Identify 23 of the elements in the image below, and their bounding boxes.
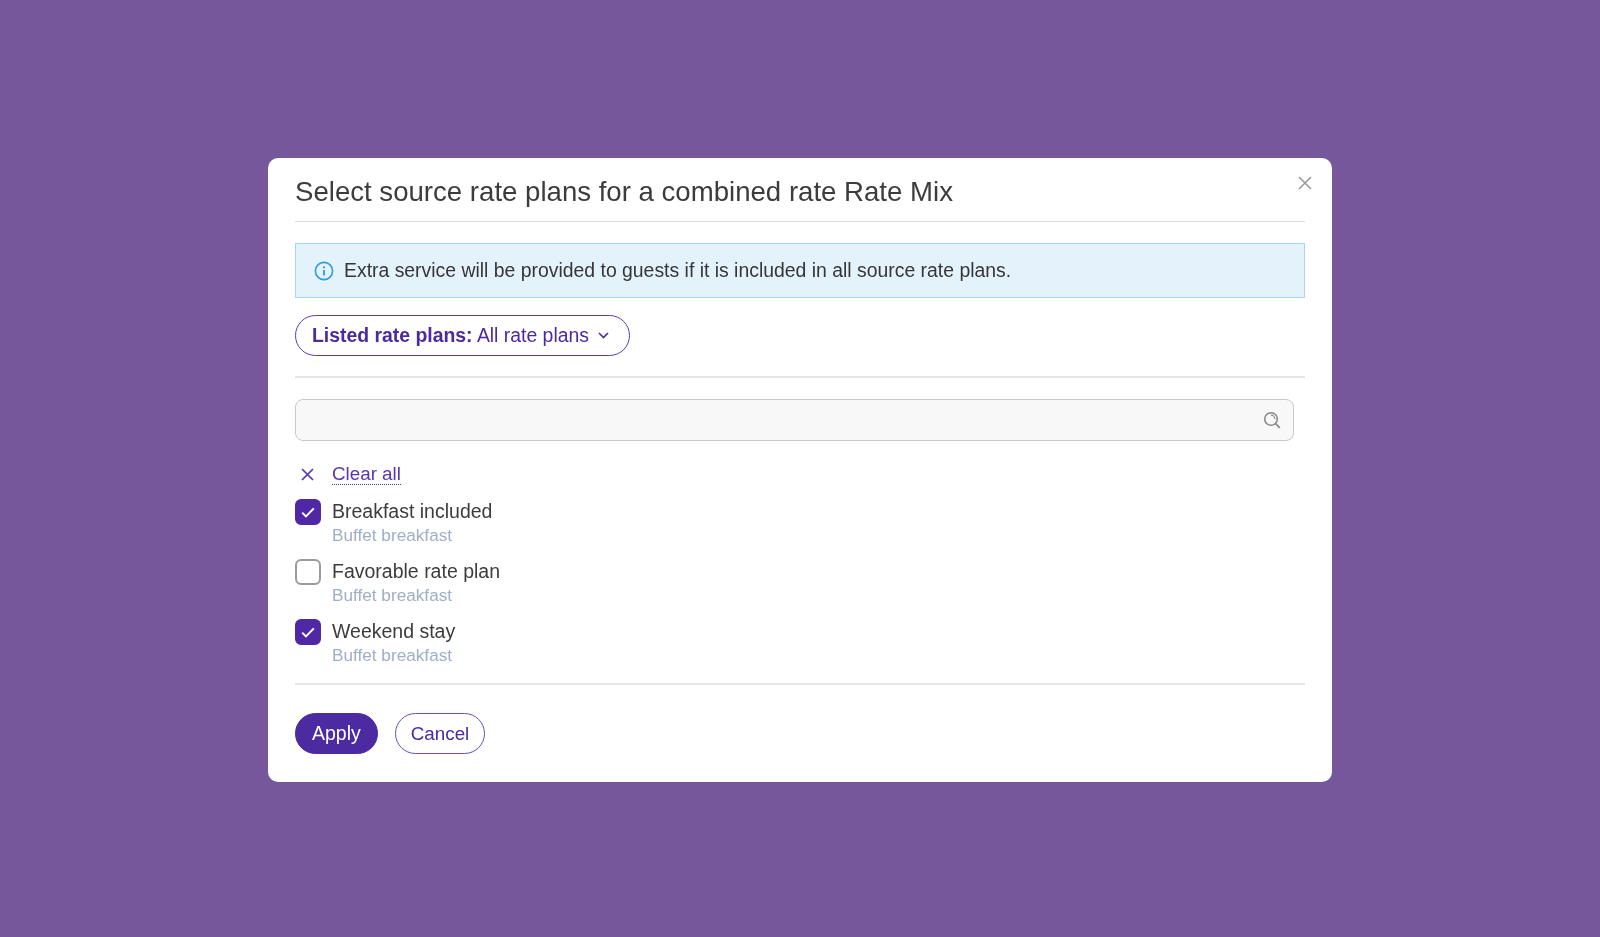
- clear-all-button[interactable]: Clear all: [295, 462, 401, 486]
- checkbox[interactable]: [295, 499, 321, 525]
- rate-plan-name: Weekend stay: [332, 619, 456, 644]
- checkmark-icon: [301, 626, 315, 638]
- dialog-title: Select source rate plans for a combined rate Rate Mix: [295, 175, 954, 209]
- checkbox[interactable]: [295, 619, 321, 645]
- apply-button[interactable]: Apply: [295, 713, 378, 754]
- cancel-button[interactable]: Cancel: [394, 713, 486, 754]
- info-text: Extra service will be provided to guests if it is included in all source rate plans.: [344, 259, 1012, 282]
- rate-plan-name: Favorable rate plan: [332, 559, 501, 584]
- info-icon: [314, 260, 334, 281]
- x-icon: [301, 467, 314, 481]
- rate-plan-name: Breakfast included: [332, 499, 493, 524]
- chevron-down-icon: [598, 332, 609, 339]
- rate-plan-description: Buffet breakfast: [332, 644, 454, 666]
- search-icon: [1263, 411, 1281, 429]
- rate-plan-description: Buffet breakfast: [332, 584, 454, 606]
- rate-plan-filter-dropdown[interactable]: Listed rate plans: All rate plans: [295, 315, 630, 356]
- checkmark-icon: [301, 506, 315, 518]
- search-field[interactable]: [295, 399, 1294, 441]
- close-icon: [1298, 176, 1312, 190]
- rate-plan-description: Buffet breakfast: [332, 524, 454, 546]
- checkbox[interactable]: [295, 559, 321, 585]
